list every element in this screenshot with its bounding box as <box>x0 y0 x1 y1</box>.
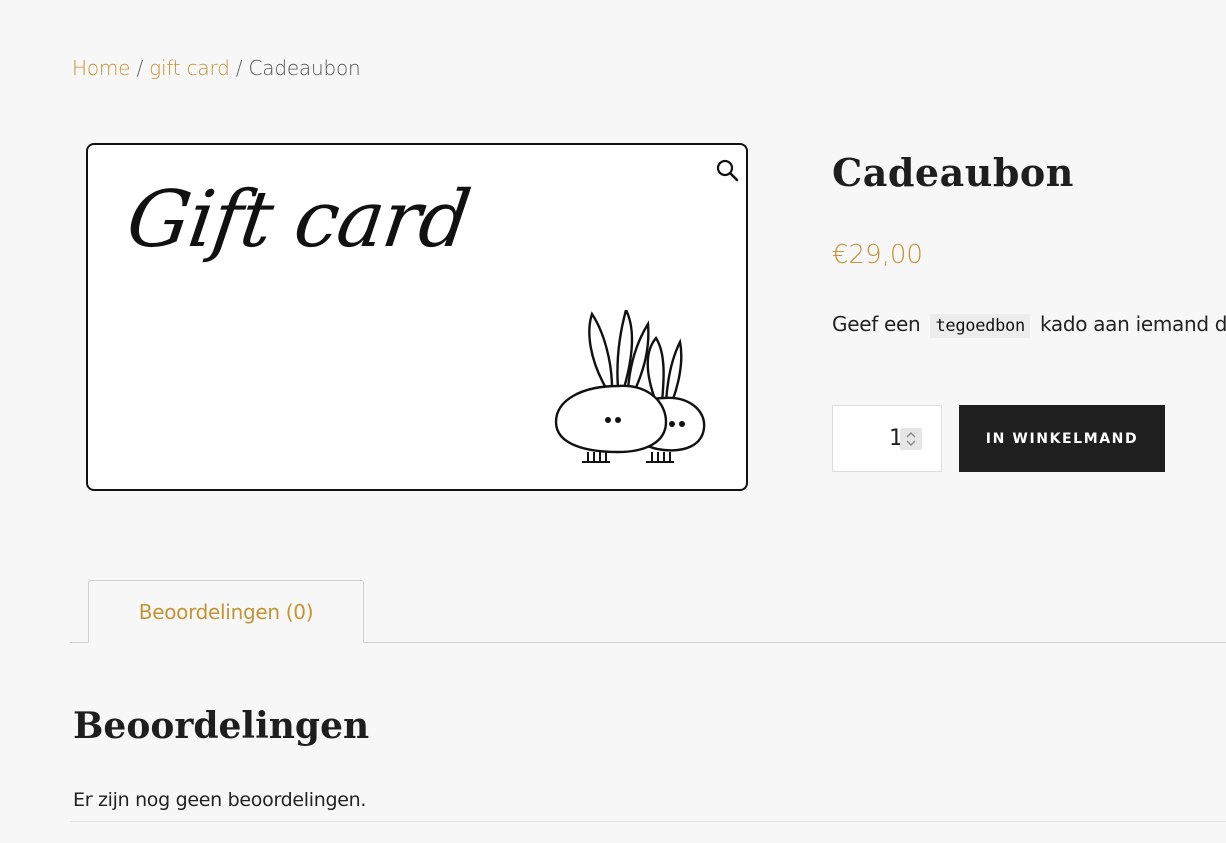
gift-card-script-text: Gift card <box>121 175 475 265</box>
tab-reviews[interactable]: Beoordelingen (0) <box>88 580 364 643</box>
magnifier-icon[interactable] <box>714 157 740 183</box>
product-title: Cadeaubon <box>832 150 1074 195</box>
spinner-arrows-icon[interactable] <box>900 428 922 450</box>
breadcrumb-separator: / <box>235 56 243 80</box>
quantity-input[interactable] <box>833 406 903 470</box>
description-text: kado aan iemand d <box>1039 312 1226 336</box>
bunnies-illustration <box>554 310 706 463</box>
breadcrumb: Home / gift card / Cadeaubon <box>72 56 361 80</box>
breadcrumb-home-link[interactable]: Home <box>72 56 130 80</box>
reviews-heading: Beoordelingen <box>73 705 370 747</box>
breadcrumb-current: Cadeaubon <box>248 56 361 80</box>
description-code: tegoedbon <box>930 314 1030 338</box>
product-image[interactable]: Gift card <box>86 143 748 491</box>
add-to-cart-button[interactable]: IN WINKELMAND <box>959 405 1165 472</box>
no-reviews-text: Er zijn nog geen beoordelingen. <box>73 789 367 811</box>
product-price: €29,00 <box>832 240 923 270</box>
section-divider <box>70 821 1226 822</box>
breadcrumb-separator: / <box>136 56 143 80</box>
product-description: Geef een tegoedbon kado aan iemand d <box>832 312 1226 338</box>
description-text: Geef een <box>832 312 921 336</box>
quantity-stepper <box>832 405 942 472</box>
breadcrumb-category-link[interactable]: gift card <box>149 56 230 80</box>
